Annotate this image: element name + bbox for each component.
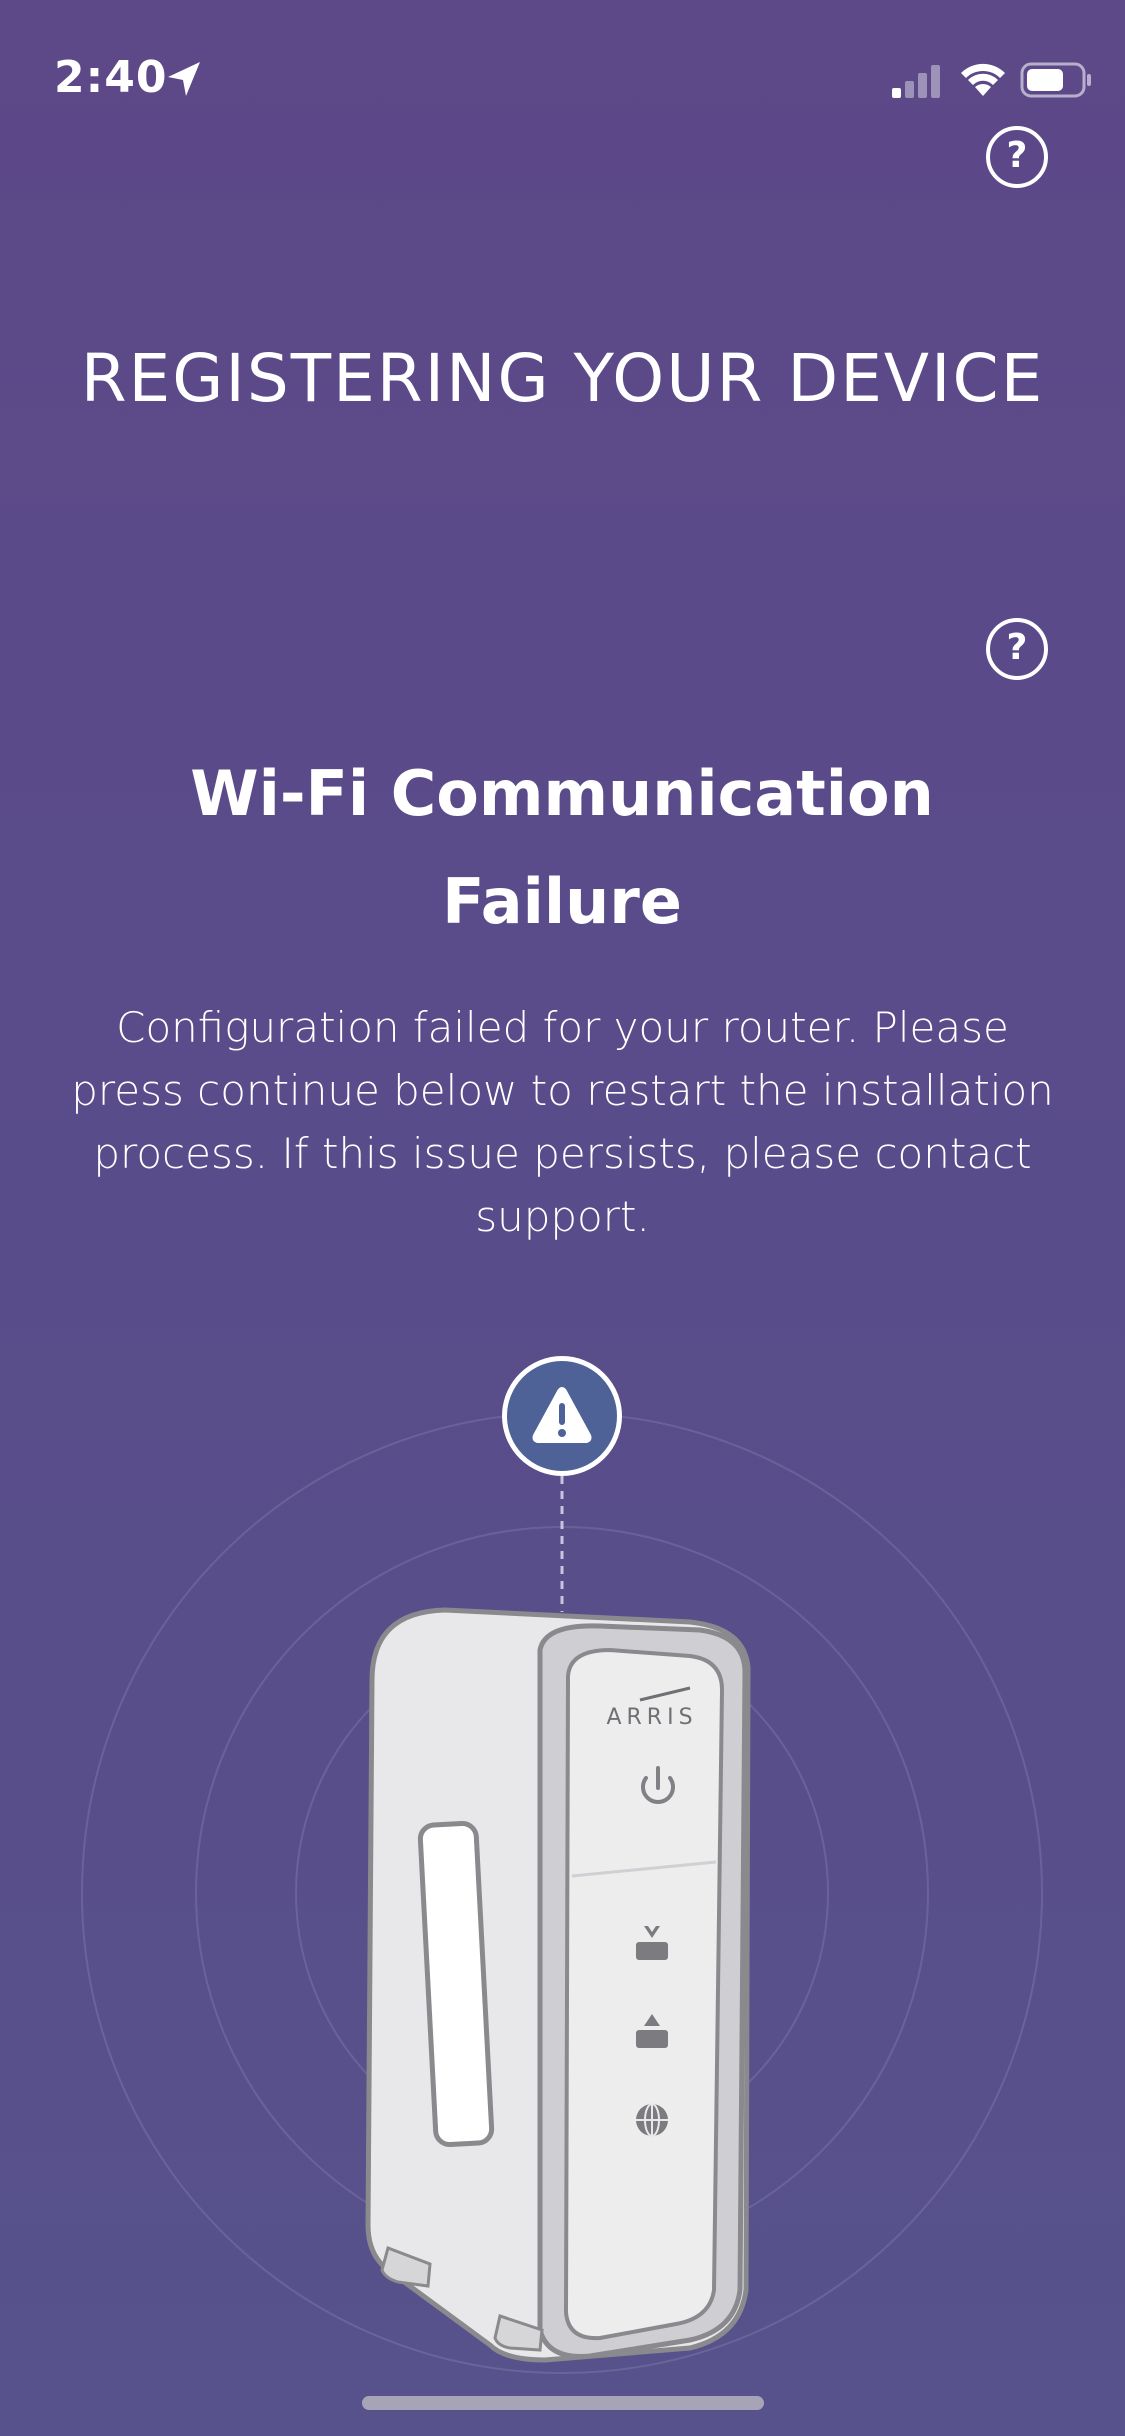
- question-circle-icon: ?: [1006, 135, 1028, 176]
- battery-icon: [1020, 62, 1091, 98]
- error-title: Wi-Fi Communication Failure: [190, 757, 934, 938]
- page-title: REGISTERING YOUR DEVICE: [80, 340, 1045, 417]
- warning-badge: [502, 1356, 622, 1476]
- help-button-error[interactable]: ?: [986, 618, 1048, 680]
- router-device: ARRIS: [365, 1607, 751, 2363]
- question-circle-icon: ?: [1006, 627, 1028, 668]
- status-bar: 2:40: [0, 0, 1125, 140]
- location-arrow-icon: [168, 62, 200, 96]
- cellular-signal-icon: [892, 65, 940, 98]
- error-message: Configuration failed for your router. Pl…: [71, 1003, 1054, 1241]
- warning-triangle-icon: [532, 1387, 592, 1443]
- status-time: 2:40: [54, 52, 168, 103]
- wifi-icon: [961, 63, 1005, 96]
- globe-icon: [636, 2103, 668, 2137]
- device-brand: ARRIS: [606, 1705, 697, 1730]
- home-indicator[interactable]: [362, 2396, 764, 2410]
- help-button-top[interactable]: ?: [986, 126, 1048, 188]
- router-illustration: ARRIS: [81, 1412, 1043, 2374]
